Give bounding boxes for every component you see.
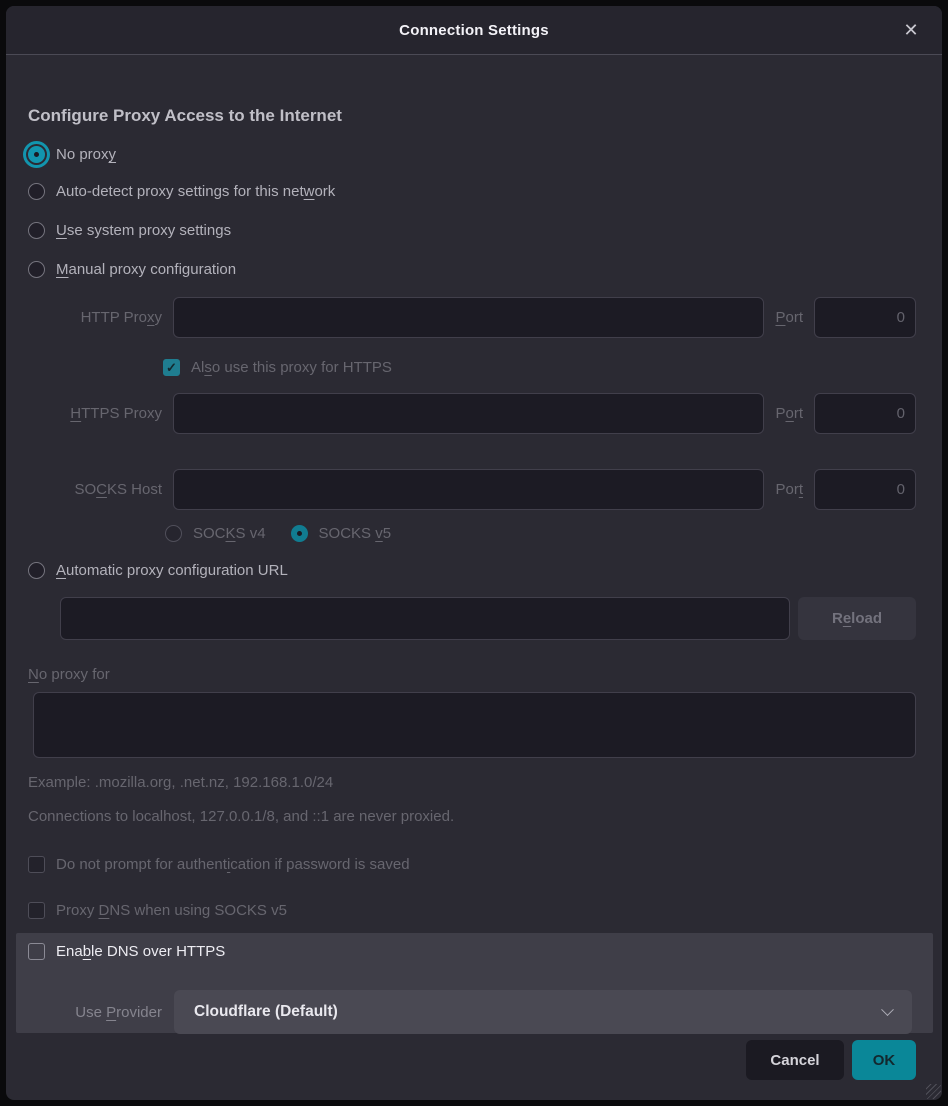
- https-proxy-input[interactable]: [173, 393, 764, 434]
- localhost-note: Connections to localhost, 127.0.0.1/8, a…: [28, 808, 454, 825]
- resize-grip[interactable]: [926, 1084, 941, 1099]
- socks-host-row: SOCKS Host Port: [28, 469, 916, 510]
- radio-manual[interactable]: Manual proxy configuration: [28, 261, 236, 278]
- radio-auto-detect-label: Auto-detect proxy settings for this netw…: [56, 183, 335, 200]
- radio-auto-url-label: Automatic proxy configuration URL: [56, 562, 288, 579]
- checkbox-icon: [28, 856, 45, 873]
- dns-over-https-section: Enable DNS over HTTPS Use Provider Cloud…: [16, 933, 933, 1033]
- auto-url-input[interactable]: [60, 597, 790, 640]
- https-port-label: Port: [775, 405, 803, 422]
- http-port-input[interactable]: [814, 297, 916, 338]
- radio-use-system[interactable]: Use system proxy settings: [28, 222, 231, 239]
- no-auth-prompt-checkbox-row[interactable]: Do not prompt for authentication if pass…: [28, 856, 410, 873]
- radio-icon: [28, 562, 45, 579]
- http-proxy-label: HTTP Proxy: [28, 309, 162, 326]
- auto-url-row: Reload: [60, 597, 916, 640]
- proxy-dns-checkbox-row[interactable]: Proxy DNS when using SOCKS v5: [28, 902, 287, 919]
- reload-button[interactable]: Reload: [798, 597, 916, 640]
- radio-socks-v5[interactable]: [291, 525, 308, 542]
- http-proxy-row: HTTP Proxy Port: [28, 297, 916, 338]
- radio-no-proxy[interactable]: No proxy: [28, 146, 116, 163]
- socks-host-input[interactable]: [173, 469, 764, 510]
- close-icon[interactable]: ✕: [896, 6, 926, 55]
- radio-auto-url[interactable]: Automatic proxy configuration URL: [28, 562, 288, 579]
- provider-dropdown-value: Cloudflare (Default): [194, 1003, 873, 1021]
- cancel-button[interactable]: Cancel: [746, 1040, 844, 1080]
- socks-host-label: SOCKS Host: [28, 481, 162, 498]
- no-auth-prompt-label: Do not prompt for authentication if pass…: [56, 856, 410, 873]
- socks-port-input[interactable]: [814, 469, 916, 510]
- provider-dropdown[interactable]: Cloudflare (Default): [174, 990, 912, 1034]
- checkbox-icon: [28, 943, 45, 960]
- chevron-down-icon: [881, 1003, 894, 1016]
- https-proxy-label: HTTPS Proxy: [28, 405, 162, 422]
- https-proxy-row: HTTPS Proxy Port: [28, 393, 916, 434]
- https-port-input[interactable]: [814, 393, 916, 434]
- also-https-label: Also use this proxy for HTTPS: [191, 359, 392, 376]
- page-title: Configure Proxy Access to the Internet: [28, 106, 342, 126]
- radio-icon: [28, 261, 45, 278]
- socks-v5-label: SOCKS v5: [319, 525, 392, 542]
- radio-icon: [28, 183, 45, 200]
- enable-doh-checkbox-row[interactable]: Enable DNS over HTTPS: [28, 943, 225, 960]
- http-proxy-input[interactable]: [173, 297, 764, 338]
- dialog-title: Connection Settings: [399, 22, 549, 39]
- no-proxy-for-label: No proxy for: [28, 666, 110, 683]
- radio-manual-label: Manual proxy configuration: [56, 261, 236, 278]
- ok-button[interactable]: OK: [852, 1040, 916, 1080]
- enable-doh-label: Enable DNS over HTTPS: [56, 943, 225, 960]
- radio-auto-detect[interactable]: Auto-detect proxy settings for this netw…: [28, 183, 335, 200]
- proxy-dns-label: Proxy DNS when using SOCKS v5: [56, 902, 287, 919]
- checkbox-icon: [28, 902, 45, 919]
- socks-v4-label: SOCKS v4: [193, 525, 266, 542]
- radio-no-proxy-label: No proxy: [56, 146, 116, 163]
- radio-socks-v4[interactable]: [165, 525, 182, 542]
- socks-version-row: SOCKS v4 SOCKS v5: [165, 525, 391, 542]
- radio-selected-icon: [28, 146, 45, 163]
- radio-icon: [28, 222, 45, 239]
- use-provider-label: Use Provider: [16, 1004, 162, 1021]
- dialog-titlebar: Connection Settings ✕: [6, 6, 942, 55]
- checkbox-checked-icon: ✓: [163, 359, 180, 376]
- radio-use-system-label: Use system proxy settings: [56, 222, 231, 239]
- socks-port-label: Port: [775, 481, 803, 498]
- provider-row: Use Provider Cloudflare (Default): [16, 990, 912, 1034]
- also-https-checkbox-row[interactable]: ✓ Also use this proxy for HTTPS: [163, 359, 392, 376]
- connection-settings-dialog: Connection Settings ✕ Configure Proxy Ac…: [6, 6, 942, 1100]
- no-proxy-for-textarea[interactable]: [33, 692, 916, 758]
- example-hint: Example: .mozilla.org, .net.nz, 192.168.…: [28, 774, 333, 791]
- http-port-label: Port: [775, 309, 803, 326]
